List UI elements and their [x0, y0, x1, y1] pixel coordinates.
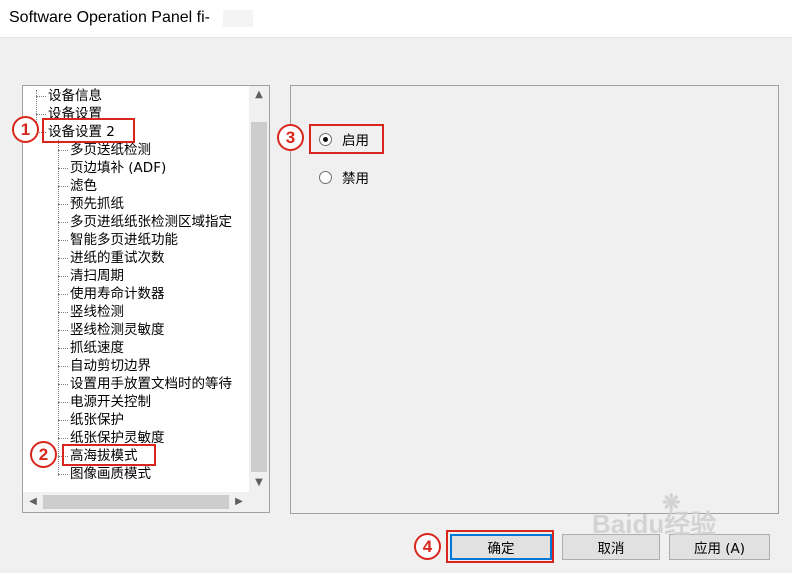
tree-vertical-scrollbar[interactable]: ▲ ▼ [249, 86, 269, 492]
window-title: Software Operation Panel fi- [9, 9, 210, 26]
tree-connector [58, 240, 68, 241]
step-badge-2: 2 [30, 441, 57, 468]
tree-vertical-scroll-thumb[interactable] [251, 122, 267, 472]
tree-item-pick-speed[interactable]: 抓纸速度 [69, 339, 125, 357]
tree-item-streak-detection[interactable]: 竖线检测 [69, 303, 125, 321]
tree-item-auto-crop-margin[interactable]: 自动剪切边界 [69, 357, 152, 375]
tree-connector [58, 140, 59, 476]
tree-item-multifeed-area[interactable]: 多页进纸纸张检测区域指定 [69, 213, 233, 231]
highlight-enable-option [309, 124, 384, 154]
scroll-right-icon[interactable]: ▶ [229, 493, 249, 511]
tree-connector [36, 96, 46, 97]
tree-connector [58, 348, 68, 349]
tree-item-streak-sensitivity[interactable]: 竖线检测灵敏度 [69, 321, 166, 339]
highlight-ok-button [446, 530, 554, 563]
tree-item-paper-protection[interactable]: 纸张保护 [69, 411, 125, 429]
tree-horizontal-scrollbar[interactable]: ◀ ▶ [23, 492, 249, 512]
disable-label: 禁用 [342, 171, 369, 187]
tree-item-pick-retry[interactable]: 进纸的重试次数 [69, 249, 166, 267]
tree-connector [58, 420, 68, 421]
scrollbar-corner [249, 492, 269, 512]
tree-item-multifeed-detection[interactable]: 多页送纸检测 [69, 141, 152, 159]
tree-connector [58, 384, 68, 385]
disable-option[interactable]: 禁用 [319, 167, 369, 187]
watermark: Baidu经验 ❋ [592, 490, 787, 540]
tree-connector [58, 474, 68, 475]
tree-item-power-switch[interactable]: 电源开关控制 [69, 393, 152, 411]
tree-connector [58, 330, 68, 331]
highlight-device-settings-2 [42, 118, 135, 143]
tree-connector [58, 186, 68, 187]
tree-connector [58, 222, 68, 223]
disable-radio[interactable] [319, 170, 332, 184]
tree-connector [58, 150, 68, 151]
step-badge-4: 4 [414, 533, 441, 560]
tree-connector [58, 204, 68, 205]
tree-item-manual-feed-wait[interactable]: 设置用手放置文档时的等待 [69, 375, 233, 393]
scroll-up-icon[interactable]: ▲ [249, 86, 269, 104]
title-bar: Software Operation Panel fi- [0, 0, 792, 38]
tree-content: 设备信息 设备设置 设备设置 2 多页送纸检测 页边填补 (ADF) 滤色 预先… [23, 86, 249, 492]
step-badge-1: 1 [12, 116, 39, 143]
tree-connector [58, 168, 68, 169]
watermark-text: Baidu经验 [592, 509, 717, 539]
tree-item-life-counter[interactable]: 使用寿命计数器 [69, 285, 166, 303]
tree-item-page-edge-filler[interactable]: 页边填补 (ADF) [69, 159, 167, 177]
tree-item-pre-pick[interactable]: 预先抓纸 [69, 195, 125, 213]
tree-connector [58, 294, 68, 295]
paw-icon: ❋ [662, 490, 681, 515]
tree-item-cleaning-cycle[interactable]: 清扫周期 [69, 267, 125, 285]
tree-connector [36, 114, 46, 115]
highlight-high-altitude-mode [62, 444, 156, 466]
scroll-left-icon[interactable]: ◀ [23, 493, 43, 511]
tree-connector [58, 402, 68, 403]
tree-connector [58, 258, 68, 259]
scroll-down-icon[interactable]: ▼ [249, 474, 269, 492]
title-redaction [223, 10, 253, 27]
tree-connector [58, 366, 68, 367]
tree-item-dropout-color[interactable]: 滤色 [69, 177, 98, 195]
tree-item-image-quality-mode[interactable]: 图像画质模式 [69, 465, 152, 483]
tree-connector [58, 312, 68, 313]
tree-item-device-info[interactable]: 设备信息 [47, 87, 103, 105]
tree-connector [58, 438, 68, 439]
tree-item-intelligent-multifeed[interactable]: 智能多页进纸功能 [69, 231, 179, 249]
tree-connector [58, 276, 68, 277]
tree-horizontal-scroll-thumb[interactable] [43, 495, 229, 509]
step-badge-3: 3 [277, 124, 304, 151]
